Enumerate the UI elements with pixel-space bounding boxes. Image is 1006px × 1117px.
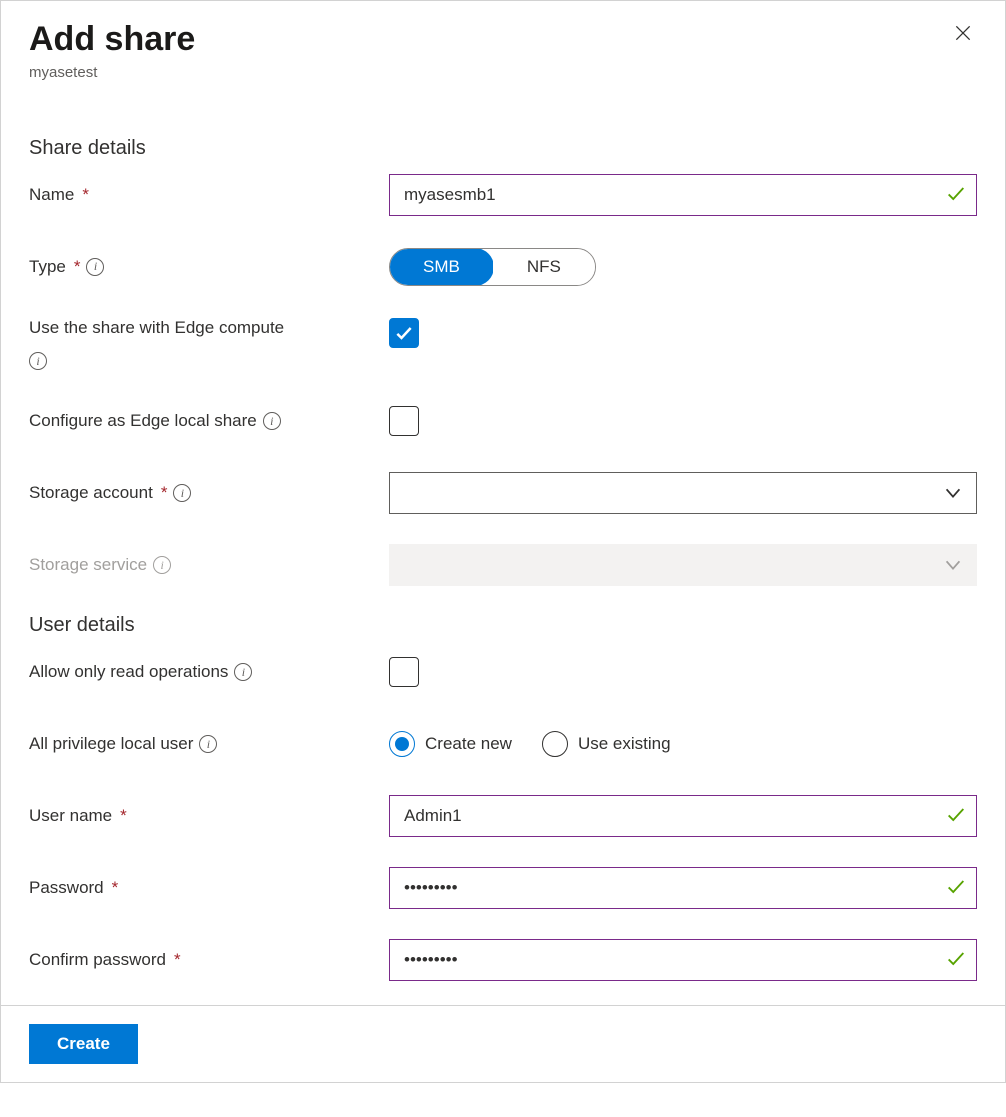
create-button[interactable]: Create [29, 1024, 138, 1064]
check-icon [945, 948, 967, 973]
password-label: Password * [29, 878, 389, 898]
radio-create-new[interactable]: Create new [389, 731, 512, 757]
panel-header: Add share myasetest [1, 1, 1005, 89]
required-asterisk: * [112, 878, 119, 898]
close-button[interactable] [949, 19, 977, 47]
required-asterisk: * [74, 257, 81, 277]
read-only-row: Allow only read operations i [29, 651, 977, 693]
info-icon[interactable]: i [29, 352, 47, 370]
storage-service-dropdown [389, 544, 977, 586]
storage-account-label: Storage account * i [29, 483, 389, 503]
edge-compute-checkbox[interactable] [389, 318, 419, 348]
title-block: Add share myasetest [29, 19, 195, 81]
type-label: Type * i [29, 257, 389, 277]
radio-icon [542, 731, 568, 757]
username-input[interactable] [389, 795, 977, 837]
type-option-smb[interactable]: SMB [389, 248, 494, 286]
type-row: Type * i SMB NFS [29, 246, 977, 288]
panel-content: Share details Name * Type * i [1, 89, 1005, 1006]
check-icon [945, 876, 967, 901]
storage-account-dropdown[interactable] [389, 472, 977, 514]
confirm-password-row: Confirm password * [29, 939, 977, 981]
edge-compute-row: Use the share with Edge compute i [29, 318, 977, 371]
chevron-down-icon [942, 482, 964, 504]
read-only-checkbox[interactable] [389, 657, 419, 687]
required-asterisk: * [174, 950, 181, 970]
radio-icon [389, 731, 415, 757]
storage-account-row: Storage account * i [29, 472, 977, 514]
info-icon[interactable]: i [86, 258, 104, 276]
required-asterisk: * [82, 185, 89, 205]
required-asterisk: * [120, 806, 127, 826]
edge-local-checkbox[interactable] [389, 406, 419, 436]
password-row: Password * [29, 867, 977, 909]
confirm-password-input[interactable] [389, 939, 977, 981]
username-label: User name * [29, 806, 389, 826]
required-asterisk: * [161, 483, 168, 503]
storage-service-row: Storage service i [29, 544, 977, 586]
read-only-label: Allow only read operations i [29, 662, 389, 682]
chevron-down-icon [942, 554, 964, 576]
type-option-nfs[interactable]: NFS [493, 249, 595, 285]
name-label: Name * [29, 185, 389, 205]
info-icon[interactable]: i [173, 484, 191, 502]
edge-local-row: Configure as Edge local share i [29, 400, 977, 442]
share-details-heading: Share details [29, 137, 977, 160]
panel-footer: Create [1, 1005, 1005, 1082]
user-details-heading: User details [29, 614, 977, 637]
info-icon[interactable]: i [234, 663, 252, 681]
check-icon [945, 804, 967, 829]
local-user-row: All privilege local user i Create new Us… [29, 723, 977, 765]
local-user-label: All privilege local user i [29, 734, 389, 754]
info-icon[interactable]: i [199, 735, 217, 753]
add-share-panel: Add share myasetest Share details Name * [0, 0, 1006, 1083]
type-toggle: SMB NFS [389, 248, 596, 286]
page-title: Add share [29, 19, 195, 60]
confirm-password-label: Confirm password * [29, 950, 389, 970]
close-icon [953, 23, 973, 43]
local-user-radio-group: Create new Use existing [389, 731, 671, 757]
name-input[interactable] [389, 174, 977, 216]
username-row: User name * [29, 795, 977, 837]
info-icon[interactable]: i [263, 412, 281, 430]
info-icon: i [153, 556, 171, 574]
name-row: Name * [29, 174, 977, 216]
resource-subtitle: myasetest [29, 64, 195, 81]
radio-use-existing[interactable]: Use existing [542, 731, 671, 757]
password-input[interactable] [389, 867, 977, 909]
check-icon [945, 182, 967, 207]
storage-service-label: Storage service i [29, 555, 389, 575]
edge-local-label: Configure as Edge local share i [29, 411, 389, 431]
edge-compute-label: Use the share with Edge compute i [29, 318, 389, 371]
